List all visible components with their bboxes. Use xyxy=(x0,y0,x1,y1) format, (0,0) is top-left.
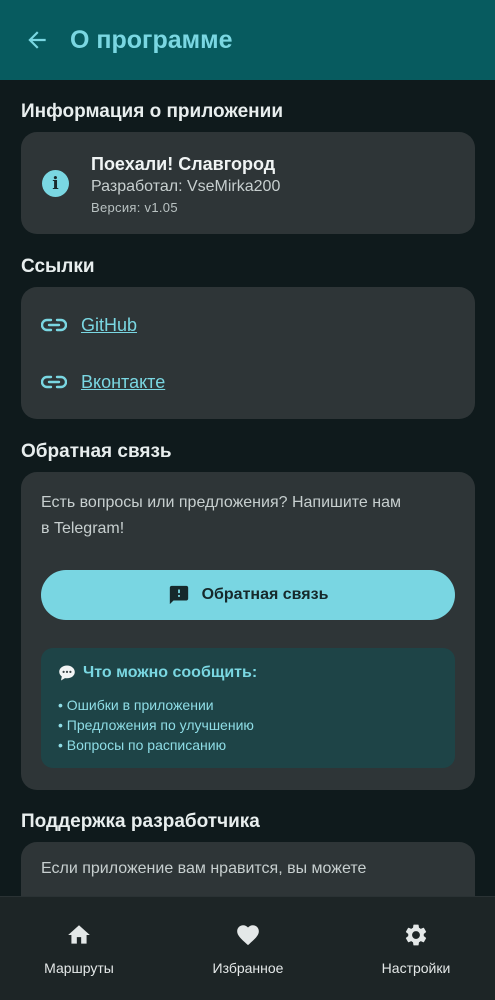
app-name: Поехали! Славгород xyxy=(91,154,276,174)
link-icon xyxy=(41,318,67,332)
feedback-button[interactable]: Обратная связь xyxy=(41,570,455,620)
links-card: GitHub Вконтакте xyxy=(21,287,475,419)
bottom-navigation: Маршруты Избранное Настройки xyxy=(0,896,495,1000)
support-card: Если приложение вам нравится, вы можете xyxy=(21,842,475,896)
feedback-tips-box: Что можно сообщить: • Ошибки в приложени… xyxy=(41,648,455,768)
feedback-button-label: Обратная связь xyxy=(201,586,329,603)
arrow-left-icon xyxy=(28,31,46,49)
link-icon xyxy=(41,375,67,389)
tips-title: Что можно сообщить: xyxy=(58,664,257,682)
feedback-section-title: Обратная связь xyxy=(21,441,172,462)
gear-icon xyxy=(402,921,430,949)
feedback-card: Есть вопросы или предложения? Напишите н… xyxy=(21,472,475,790)
developer-label: Разработал: VseMirka200 xyxy=(91,178,281,195)
page-title: О программе xyxy=(70,25,233,54)
support-description: Если приложение вам нравится, вы можете xyxy=(41,860,367,877)
tip-item: • Предложения по улучшению xyxy=(58,717,254,733)
feedback-description: Есть вопросы или предложения? Напишите н… xyxy=(41,490,461,542)
app-info-card: i Поехали! Славгород Разработал: VseMirk… xyxy=(21,132,475,234)
speech-bubble-icon xyxy=(59,665,75,681)
home-icon xyxy=(65,921,93,949)
vkontakte-link[interactable]: Вконтакте xyxy=(41,367,165,397)
nav-item-routes[interactable]: Маршруты xyxy=(24,897,134,1000)
github-link[interactable]: GitHub xyxy=(41,310,137,340)
scroll-content[interactable]: Информация о приложении i Поехали! Славг… xyxy=(0,80,495,896)
nav-label-settings: Настройки xyxy=(381,960,451,976)
feedback-icon xyxy=(169,585,188,605)
nav-label-routes: Маршруты xyxy=(44,960,114,976)
nav-label-favorites: Избранное xyxy=(212,960,284,976)
nav-item-favorites[interactable]: Избранное xyxy=(192,897,304,1000)
info-icon: i xyxy=(42,170,69,197)
nav-item-settings[interactable]: Настройки xyxy=(362,897,470,1000)
github-link-label[interactable]: GitHub xyxy=(81,315,137,336)
tips-title-label: Что можно сообщить: xyxy=(83,664,258,681)
links-section-title: Ссылки xyxy=(21,256,95,277)
heart-icon xyxy=(234,921,262,949)
feedback-description-line: в Telegram! xyxy=(41,520,125,537)
back-button[interactable] xyxy=(22,25,52,55)
app-info-section-title: Информация о приложении xyxy=(21,101,284,122)
feedback-description-line: Есть вопросы или предложения? Напишите н… xyxy=(41,494,401,511)
top-app-bar: О программе xyxy=(0,0,495,80)
tip-item: • Вопросы по расписанию xyxy=(58,737,227,753)
tip-item: • Ошибки в приложении xyxy=(58,697,214,713)
version-label: Версия: v1.05 xyxy=(91,200,178,215)
support-section-title: Поддержка разработчика xyxy=(21,811,260,832)
vkontakte-link-label[interactable]: Вконтакте xyxy=(81,372,165,393)
